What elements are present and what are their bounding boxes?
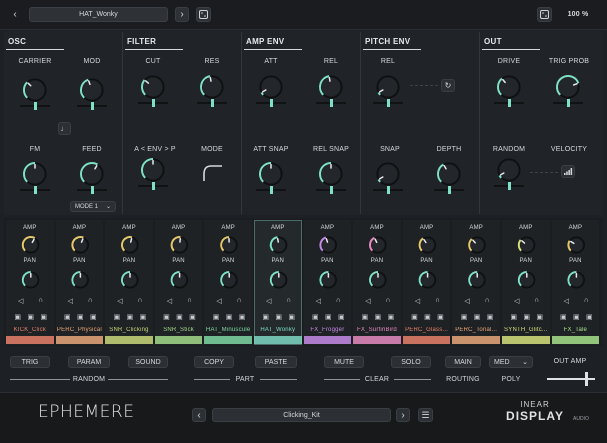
amp-knob[interactable] <box>71 236 89 254</box>
amp-knob[interactable] <box>21 236 40 254</box>
amp-knob[interactable] <box>170 236 189 254</box>
kit-name-field[interactable]: Clicking_Kit <box>212 408 391 422</box>
amp-knob[interactable] <box>269 236 288 254</box>
pan-knob[interactable] <box>21 271 40 289</box>
solo-button[interactable]: SOLO <box>391 356 431 368</box>
pan-knob[interactable] <box>369 271 387 289</box>
amp-knob[interactable] <box>220 236 238 254</box>
brand-logo: INEAR DISPLAY <box>505 400 565 430</box>
prev-kit-button[interactable]: ‹ <box>192 408 206 422</box>
amp-knob[interactable] <box>418 236 437 254</box>
part-group-label: PART <box>230 376 260 383</box>
amp-knob[interactable] <box>517 236 536 254</box>
poly-label: POLY <box>501 376 521 383</box>
menu-icon[interactable]: ☰ <box>418 408 433 422</box>
pan-knob[interactable] <box>418 271 437 289</box>
pan-knob[interactable] <box>170 271 189 289</box>
pan-knob[interactable] <box>220 271 238 289</box>
clear-group-label: CLEAR <box>360 376 394 383</box>
out-amp-slider-thumb[interactable] <box>585 372 588 386</box>
brand-line1: INEAR <box>520 400 550 409</box>
pan-knob[interactable] <box>517 271 536 289</box>
pan-knob[interactable] <box>319 271 337 289</box>
pan-knob[interactable] <box>567 271 585 289</box>
paste-button[interactable]: PASTE <box>255 356 297 368</box>
out-amp-label: OUT AMP <box>553 358 587 365</box>
brand-audio-logo: AUDIO <box>573 416 589 422</box>
copy-button[interactable]: COPY <box>194 356 234 368</box>
main-button[interactable]: MAIN <box>445 356 481 368</box>
ephemere-logo: EPHEMERE <box>38 402 135 422</box>
amp-knob[interactable] <box>369 236 387 254</box>
sound-button[interactable]: SOUND <box>128 356 168 368</box>
amp-knob[interactable] <box>121 236 139 254</box>
next-kit-button[interactable]: › <box>396 408 410 422</box>
poly-value: MED <box>494 358 510 366</box>
pan-knob[interactable] <box>121 271 139 289</box>
amp-knob[interactable] <box>319 236 337 254</box>
pan-knob[interactable] <box>269 271 288 289</box>
pan-knob[interactable] <box>468 271 486 289</box>
chevron-down-icon: ⌄ <box>522 359 528 366</box>
brand-line2: DISPLAY <box>506 409 564 423</box>
routing-label: ROUTING <box>446 376 480 383</box>
pan-knob[interactable] <box>71 271 89 289</box>
trig-button[interactable]: TRIG <box>10 356 50 368</box>
random-group-label: RANDOM <box>70 376 108 383</box>
param-button[interactable]: PARAM <box>68 356 110 368</box>
amp-knob[interactable] <box>468 236 486 254</box>
poly-dropdown[interactable]: MED ⌄ <box>489 356 533 368</box>
amp-knob[interactable] <box>567 236 585 254</box>
mute-button[interactable]: MUTE <box>324 356 364 368</box>
